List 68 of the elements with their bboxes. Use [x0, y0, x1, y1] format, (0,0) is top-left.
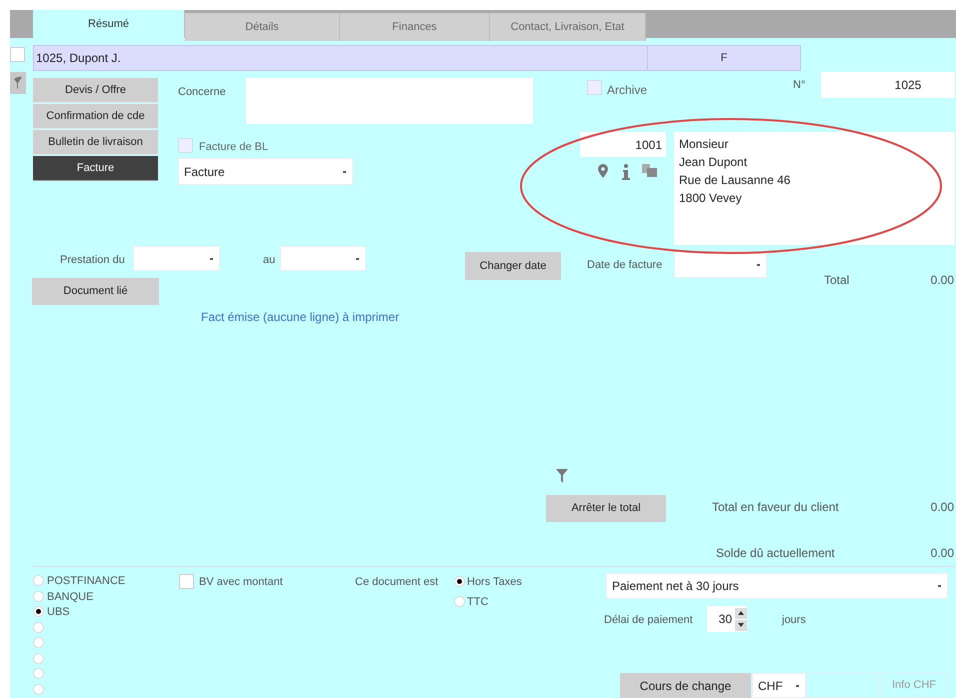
- label: Ce document est: [355, 575, 438, 590]
- info-icon[interactable]: [622, 164, 630, 180]
- linked-document-button[interactable]: Document lié: [32, 278, 159, 305]
- number-field[interactable]: 1025: [821, 72, 955, 98]
- checkbox[interactable]: [587, 80, 602, 95]
- tax-option-label: TTC: [467, 595, 488, 610]
- label: Concerne: [178, 85, 226, 100]
- filter-icon: [13, 76, 23, 90]
- tab[interactable]: Finances: [340, 13, 490, 41]
- change-date-button[interactable]: Changer date: [465, 252, 561, 280]
- tab[interactable]: Détails: [185, 13, 340, 41]
- label: Total en faveur du client: [712, 499, 839, 516]
- code-cell-text: F: [720, 50, 728, 66]
- address-line: Rue de Lausanne 46: [679, 172, 792, 189]
- dropdown[interactable]: CHF: [752, 673, 806, 698]
- label: Total: [824, 272, 850, 289]
- address-field[interactable]: Monsieur Jean Dupont Rue de Lausanne 46 1800 Vevey: [674, 132, 955, 245]
- checkbox[interactable]: [178, 138, 193, 153]
- caret-icon: [356, 256, 360, 260]
- stop-total-button[interactable]: Arrêter le total: [546, 495, 666, 522]
- spin-down-icon[interactable]: [735, 620, 747, 630]
- label: Délai de paiement: [604, 613, 693, 628]
- label: Prestation du: [60, 253, 125, 268]
- label: Date de facture: [587, 258, 662, 273]
- spin-up-icon[interactable]: [735, 608, 747, 618]
- status-message: Fact émise (aucune ligne) à imprimer: [201, 309, 400, 326]
- label: N°: [793, 78, 806, 93]
- client-number-field[interactable]: 1001: [580, 132, 666, 157]
- tab[interactable]: Résumé: [33, 10, 185, 38]
- bank-label: BANQUE: [47, 590, 94, 604]
- document-type-button[interactable]: Devis / Offre: [33, 78, 158, 103]
- input-field[interactable]: [806, 673, 880, 698]
- exchange-rate-button[interactable]: Cours de change: [620, 673, 751, 698]
- caret-icon: [757, 262, 761, 266]
- filter-icon[interactable]: [556, 468, 568, 484]
- filter-button[interactable]: [10, 72, 26, 94]
- caret-icon: [938, 584, 942, 588]
- checkbox[interactable]: [10, 47, 25, 62]
- document-type-button[interactable]: Confirmation de cde: [33, 104, 158, 129]
- tab[interactable]: Contact, Livraison, Etat: [490, 13, 646, 41]
- address-line: Jean Dupont: [679, 154, 748, 171]
- label: au: [263, 253, 276, 268]
- bank-label: UBS: [47, 605, 70, 620]
- bank-label: POSTFINANCE: [47, 574, 126, 589]
- copy-icon[interactable]: [642, 164, 658, 177]
- caret-icon: [343, 170, 347, 174]
- concerne-field[interactable]: [246, 78, 533, 124]
- dropdown[interactable]: Paiement net à 30 jours: [606, 573, 948, 599]
- address-line: 1800 Vevey: [679, 190, 743, 207]
- caret-icon: [210, 256, 214, 260]
- document-type-button[interactable]: Bulletin de livraison: [33, 130, 158, 155]
- label: Solde dû actuellement: [716, 545, 835, 562]
- amount: 0.00: [930, 545, 954, 562]
- dropdown[interactable]: [674, 251, 767, 278]
- tax-option-label: Hors Taxes: [467, 575, 522, 590]
- record-title: 1025, Dupont J.: [34, 46, 648, 70]
- label: jours: [782, 613, 806, 628]
- dropdown[interactable]: Facture: [178, 158, 353, 185]
- label: BV avec montant: [199, 575, 283, 590]
- label: Archive: [607, 82, 648, 99]
- address-line: Monsieur: [679, 136, 730, 153]
- label: Facture de BL: [199, 140, 268, 155]
- location-pin-icon[interactable]: [598, 164, 608, 178]
- amount: 0.00: [930, 272, 954, 289]
- checkbox[interactable]: [179, 574, 194, 589]
- document-type-button[interactable]: Facture: [33, 156, 158, 181]
- caret-icon: [796, 684, 800, 688]
- amount: 0.00: [930, 499, 954, 516]
